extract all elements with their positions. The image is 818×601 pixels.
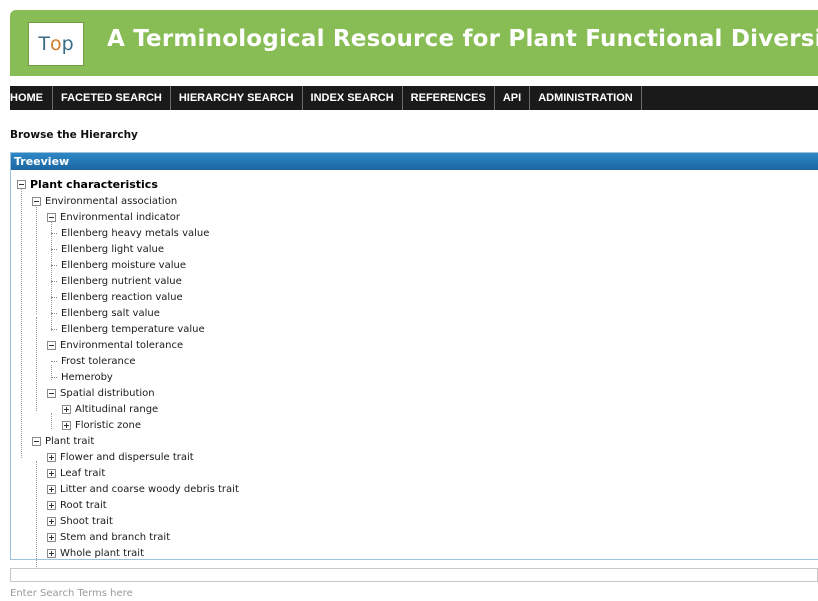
- tree-leaf-label: Ellenberg nutrient value: [61, 276, 182, 287]
- tree-connector-line: [36, 461, 37, 571]
- tree-leaf-label: Frost tolerance: [61, 356, 136, 367]
- tree-node-altitudinal-range[interactable]: Altitudinal range: [62, 402, 158, 417]
- tree-leaf-indicator[interactable]: Ellenberg moisture value: [51, 258, 186, 273]
- collapse-icon[interactable]: [32, 197, 41, 206]
- tree-node-trait[interactable]: Flower and dispersule trait: [47, 450, 194, 465]
- tree-node-trait[interactable]: Litter and coarse woody debris trait: [47, 482, 239, 497]
- tree-leaf-label: Ellenberg salt value: [61, 308, 160, 319]
- expand-icon[interactable]: [47, 517, 56, 526]
- tree-node-trait[interactable]: Root trait: [47, 498, 107, 513]
- tree-node-spatial-distribution[interactable]: Spatial distribution: [47, 386, 155, 401]
- search-input[interactable]: [10, 568, 818, 582]
- tree-leaf-label: Hemeroby: [61, 372, 113, 383]
- logo-letter-o: o: [49, 33, 62, 55]
- tree-leaf-tolerance[interactable]: Frost tolerance: [51, 354, 136, 369]
- collapse-icon[interactable]: [47, 389, 56, 398]
- tree-node-label: Root trait: [60, 500, 107, 511]
- search-hint: Enter Search Terms here: [10, 588, 133, 599]
- expand-icon[interactable]: [47, 549, 56, 558]
- expand-icon[interactable]: [62, 405, 71, 414]
- logo-letter-p: p: [61, 33, 74, 55]
- treeview-panel: Treeview Plant characteristics Environme…: [10, 152, 818, 571]
- expand-icon[interactable]: [47, 485, 56, 494]
- main-nav: HOME FACETED SEARCH HIERARCHY SEARCH IND…: [10, 86, 818, 110]
- tree-leaf-label: Ellenberg temperature value: [61, 324, 205, 335]
- tree-leaf-label: Ellenberg reaction value: [61, 292, 183, 303]
- expand-icon[interactable]: [47, 501, 56, 510]
- tree-node-environmental-association[interactable]: Environmental association: [32, 194, 177, 209]
- tree-node-trait[interactable]: Leaf trait: [47, 466, 105, 481]
- tree-node-label: Stem and branch trait: [60, 532, 171, 543]
- nav-api[interactable]: API: [495, 86, 531, 110]
- tree-leaf-indicator[interactable]: Ellenberg salt value: [51, 306, 160, 321]
- tree-node-label: Shoot trait: [60, 516, 113, 527]
- tree-node-label: Floristic zone: [75, 420, 141, 431]
- tree-node-environmental-tolerance[interactable]: Environmental tolerance: [47, 338, 183, 353]
- expand-icon[interactable]: [47, 533, 56, 542]
- tree-node-label: Whole plant trait: [60, 548, 145, 559]
- nav-index-search[interactable]: INDEX SEARCH: [303, 86, 403, 110]
- tree-node-floristic-zone[interactable]: Floristic zone: [62, 418, 141, 433]
- tree-connector-line: [51, 413, 52, 429]
- tree-connector-line: [21, 189, 22, 458]
- tree-leaf-indicator[interactable]: Ellenberg temperature value: [51, 322, 205, 337]
- collapse-icon[interactable]: [47, 213, 56, 222]
- tree-connector-line: [36, 317, 37, 411]
- tree-node-plant-trait[interactable]: Plant trait: [32, 434, 94, 449]
- top-logo[interactable]: Top: [28, 22, 84, 66]
- tree-node-label: Spatial distribution: [60, 388, 155, 399]
- expand-icon[interactable]: [47, 469, 56, 478]
- tree-node-label: Altitudinal range: [75, 404, 159, 415]
- tree-leaf-indicator[interactable]: Ellenberg reaction value: [51, 290, 183, 305]
- site-banner: Top A Terminological Resource for Plant …: [0, 0, 818, 82]
- tree-node-trait[interactable]: Stem and branch trait: [47, 530, 170, 545]
- tree-connector-line: [36, 205, 37, 314]
- tree-node-plant-characteristics[interactable]: Plant characteristics: [17, 177, 158, 192]
- tree-node-label: Plant trait: [45, 436, 95, 447]
- site-title: A Terminological Resource for Plant Func…: [107, 26, 818, 52]
- tree-leaf-tolerance[interactable]: Hemeroby: [51, 370, 113, 385]
- collapse-icon[interactable]: [17, 180, 26, 189]
- tree-node-trait[interactable]: Shoot trait: [47, 514, 113, 529]
- tree-node-trait[interactable]: Whole plant trait: [47, 546, 144, 561]
- tree-leaf-indicator[interactable]: Ellenberg heavy metals value: [51, 226, 209, 241]
- nav-references[interactable]: REFERENCES: [403, 86, 495, 110]
- nav-home[interactable]: HOME: [10, 86, 53, 110]
- tree-node-label: Environmental tolerance: [60, 340, 184, 351]
- tree-leaf-label: Ellenberg moisture value: [61, 260, 186, 271]
- collapse-icon[interactable]: [47, 341, 56, 350]
- tree-node-label: Plant characteristics: [30, 178, 158, 191]
- collapse-icon[interactable]: [32, 437, 41, 446]
- tree-node-environmental-indicator[interactable]: Environmental indicator: [47, 210, 180, 225]
- nav-hierarchy-search[interactable]: HIERARCHY SEARCH: [171, 86, 303, 110]
- tree-node-label: Litter and coarse woody debris trait: [60, 484, 239, 495]
- nav-faceted-search[interactable]: FACETED SEARCH: [53, 86, 171, 110]
- tree-leaf-label: Ellenberg light value: [61, 244, 164, 255]
- tree-node-label: Leaf trait: [60, 468, 106, 479]
- tree-leaf-indicator[interactable]: Ellenberg nutrient value: [51, 274, 182, 289]
- tree-leaf-label: Ellenberg heavy metals value: [61, 228, 210, 239]
- treeview-header: Treeview: [11, 153, 818, 170]
- nav-administration[interactable]: ADMINISTRATION: [530, 86, 642, 110]
- tree-node-label: Environmental indicator: [60, 212, 180, 223]
- expand-icon[interactable]: [47, 453, 56, 462]
- tree-node-label: Environmental association: [45, 196, 178, 207]
- tree-node-label: Flower and dispersule trait: [60, 452, 194, 463]
- expand-icon[interactable]: [62, 421, 71, 430]
- section-heading: Browse the Hierarchy: [10, 129, 138, 141]
- logo-letter-t: T: [38, 33, 50, 55]
- tree-leaf-indicator[interactable]: Ellenberg light value: [51, 242, 164, 257]
